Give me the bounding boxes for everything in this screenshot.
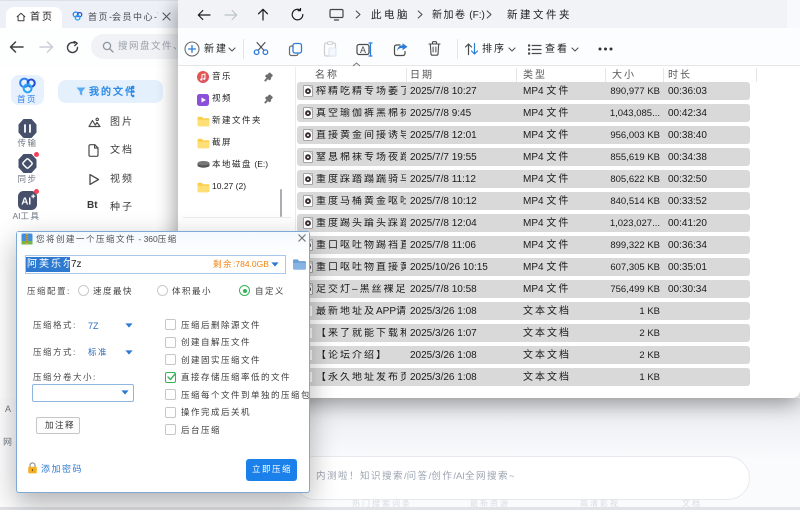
svg-text:A: A — [360, 45, 366, 55]
svg-text:AI: AI — [21, 197, 31, 208]
